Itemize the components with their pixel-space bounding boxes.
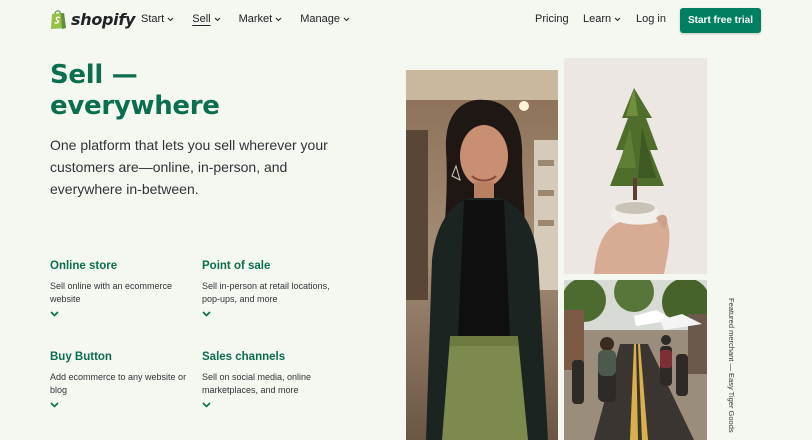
nav-pricing[interactable]: Pricing xyxy=(535,13,569,25)
feature-desc: Sell in-person at retail locations, pop-… xyxy=(202,281,330,304)
page-title: Sell — everywhere xyxy=(50,60,350,122)
chevron-down-icon[interactable] xyxy=(50,402,59,408)
nav-login[interactable]: Log in xyxy=(636,13,666,25)
nav-learn-label: Learn xyxy=(583,13,612,25)
merchant-portrait-image xyxy=(406,70,558,440)
nav-login-label: Log in xyxy=(636,13,666,25)
feature-sales-channels[interactable]: Sales channels Sell on social media, onl… xyxy=(202,351,342,408)
chevron-down-icon xyxy=(275,17,282,21)
street-market-image xyxy=(564,280,707,440)
feature-title[interactable]: Point of sale xyxy=(202,260,342,272)
nav-start[interactable]: Start xyxy=(141,13,174,25)
feature-desc: Add ecommerce to any website or blog xyxy=(50,372,187,395)
nav-manage[interactable]: Manage xyxy=(300,13,350,25)
nav-pricing-label: Pricing xyxy=(535,13,569,25)
potted-plant-image xyxy=(564,58,707,274)
feature-title[interactable]: Sales channels xyxy=(202,351,342,363)
chevron-down-icon xyxy=(167,17,174,21)
feature-title[interactable]: Buy Button xyxy=(50,351,190,363)
shopify-logo[interactable]: shopify xyxy=(50,9,135,30)
site-header: shopify Start Sell Market Manage Pricing… xyxy=(0,0,812,40)
brand-name: shopify xyxy=(71,10,136,29)
nav-market-label: Market xyxy=(238,13,273,25)
chevron-down-icon[interactable] xyxy=(50,311,59,317)
page-title-line2: everywhere xyxy=(50,91,220,121)
chevron-down-icon xyxy=(614,17,621,21)
chevron-down-icon[interactable] xyxy=(202,311,211,317)
feature-desc: Sell online with an ecommerce website xyxy=(50,281,173,304)
chevron-down-icon xyxy=(343,17,350,21)
page-title-line1: Sell — xyxy=(50,60,138,90)
nav-learn[interactable]: Learn xyxy=(583,13,621,25)
nav-sell-label: Sell xyxy=(192,13,211,25)
nav-start-label: Start xyxy=(141,13,165,25)
feature-point-of-sale[interactable]: Point of sale Sell in-person at retail l… xyxy=(202,260,342,317)
feature-title[interactable]: Online store xyxy=(50,260,190,272)
chevron-down-icon[interactable] xyxy=(202,402,211,408)
featured-merchant-caption: Featured merchant — Easy Tiger Goods xyxy=(727,298,736,433)
nav-market[interactable]: Market xyxy=(239,13,283,25)
hero-subtitle: One platform that lets you sell wherever… xyxy=(50,137,328,197)
feature-online-store[interactable]: Online store Sell online with an ecommer… xyxy=(50,260,190,317)
nav-sell[interactable]: Sell xyxy=(192,13,220,25)
primary-nav: Start Sell Market Manage xyxy=(141,13,368,25)
nav-manage-label: Manage xyxy=(300,13,340,25)
start-free-trial-button[interactable]: Start free trial xyxy=(680,8,761,33)
feature-buy-button[interactable]: Buy Button Add ecommerce to any website … xyxy=(50,351,190,408)
shopify-bag-icon xyxy=(51,10,66,29)
feature-desc: Sell on social media, online marketplace… xyxy=(202,372,312,395)
chevron-down-icon xyxy=(214,17,220,21)
